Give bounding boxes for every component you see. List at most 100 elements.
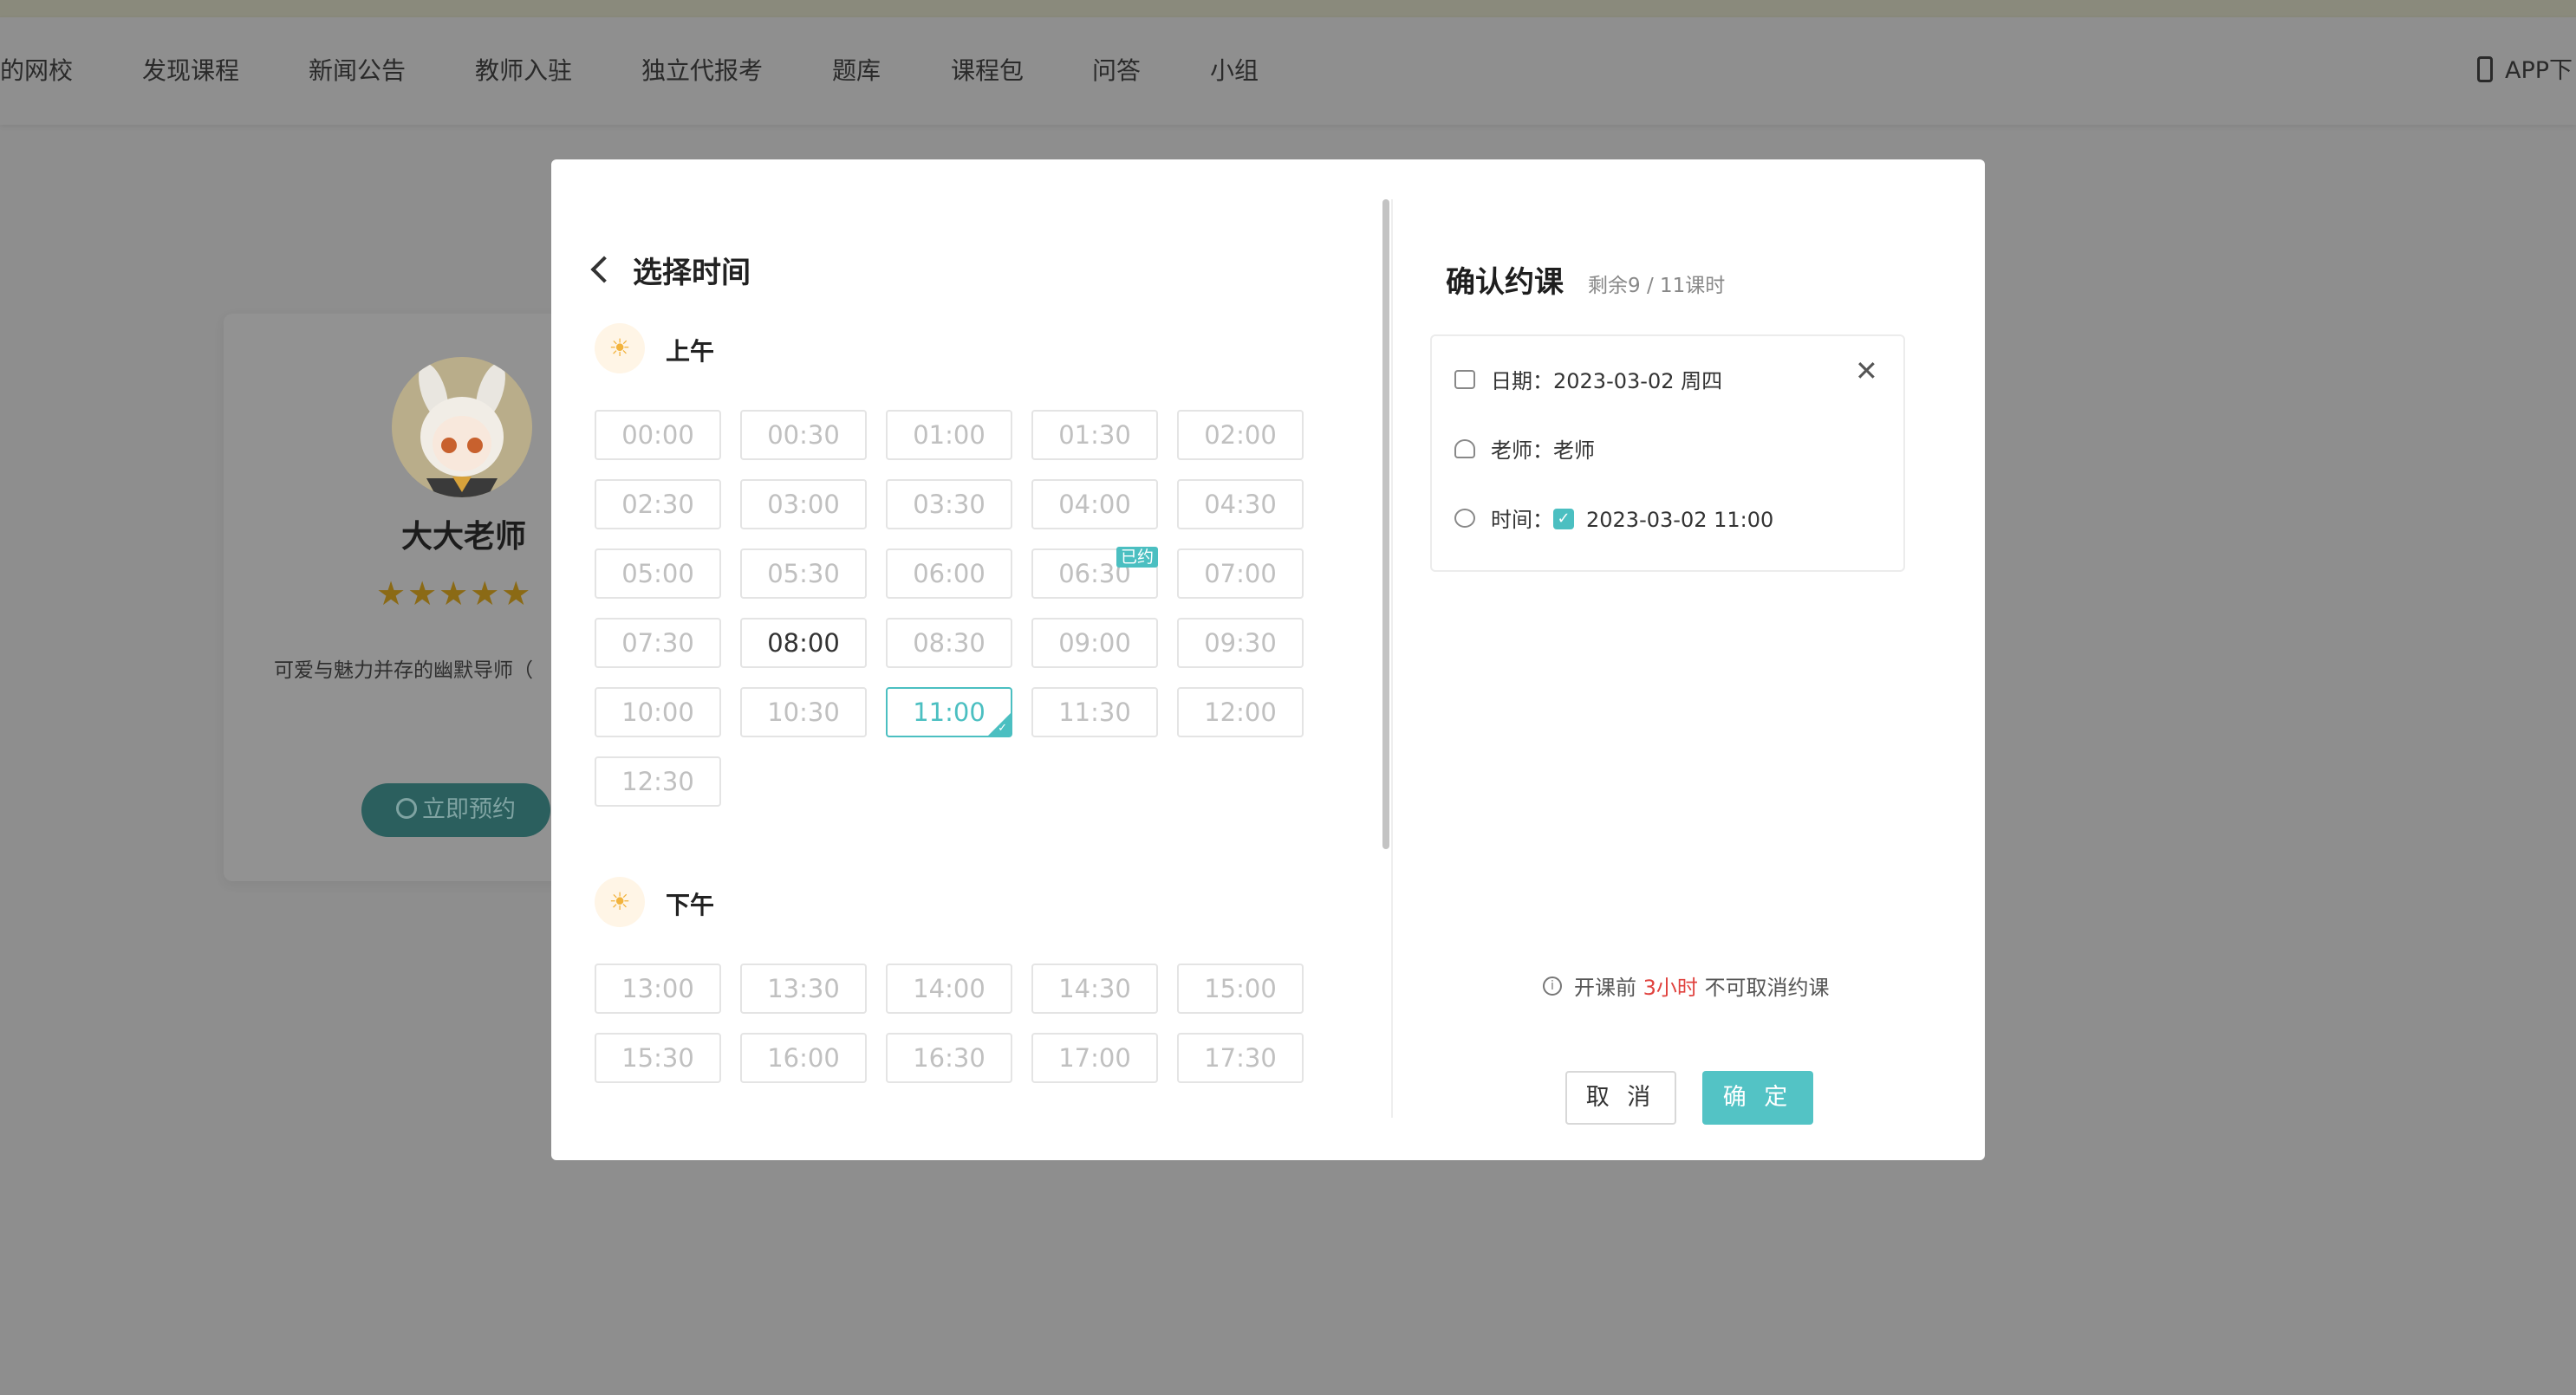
nav-item-exam[interactable]: 独立代报考	[641, 17, 763, 125]
time-slot-label: 00:00	[621, 420, 694, 450]
time-slot-label: 02:30	[621, 490, 694, 519]
info-icon: i	[1543, 976, 1562, 996]
teacher-avatar	[392, 357, 532, 497]
nav-item-question-bank[interactable]: 题库	[832, 17, 881, 125]
time-slot: 01:30	[1031, 410, 1158, 460]
time-slot: 13:00	[595, 964, 721, 1014]
time-slot-label: 07:30	[621, 628, 694, 658]
time-slot-label: 11:00	[913, 698, 986, 727]
time-slot-label: 08:30	[913, 628, 986, 658]
afternoon-label: 下午	[666, 891, 715, 919]
time-slot-label: 05:30	[767, 559, 840, 588]
time-list-scrollbar[interactable]	[1382, 199, 1389, 849]
time-slot-label: 04:00	[1058, 490, 1131, 519]
app-download-link[interactable]: APP下	[2477, 17, 2573, 125]
nav-item-news[interactable]: 新闻公告	[309, 17, 406, 125]
time-slot: 08:30	[886, 618, 1012, 668]
nav-item-school[interactable]: 的网校	[0, 17, 73, 125]
time-slot: 07:00	[1177, 548, 1304, 599]
time-slot-label: 13:00	[621, 974, 694, 1003]
time-slot-label: 14:30	[1058, 974, 1131, 1003]
teacher-row: 老师：老师	[1454, 433, 1595, 464]
time-slot-label: 15:30	[621, 1043, 694, 1073]
close-icon[interactable]: ✕	[1855, 357, 1878, 385]
time-slot: 02:30	[595, 479, 721, 529]
time-slot: 00:00	[595, 410, 721, 460]
time-slot-label: 05:00	[621, 559, 694, 588]
time-slot-label: 03:30	[913, 490, 986, 519]
chevron-left-icon	[590, 256, 618, 283]
alarm-icon	[1454, 509, 1475, 528]
book-now-button[interactable]: 立即预约	[361, 783, 550, 837]
time-slot-label: 09:00	[1058, 628, 1131, 658]
time-slot-label: 13:30	[767, 974, 840, 1003]
remaining-hours: 剩余9 / 11课时	[1588, 275, 1726, 297]
nav-item-courses[interactable]: 发现课程	[142, 17, 239, 125]
check-icon: ✓	[998, 722, 1007, 735]
time-slot: 13:30	[740, 964, 867, 1014]
nav-item-course-pack[interactable]: 课程包	[951, 17, 1024, 125]
time-slot-label: 01:30	[1058, 420, 1131, 450]
time-slot: 15:30	[595, 1033, 721, 1083]
time-slot-label: 17:30	[1204, 1043, 1277, 1073]
book-now-label: 立即预约	[422, 796, 516, 823]
time-slot: 03:30	[886, 479, 1012, 529]
time-slot: 10:00	[595, 687, 721, 737]
notice-prefix: 开课前	[1574, 976, 1636, 1000]
nav-item-qa[interactable]: 问答	[1092, 17, 1141, 125]
time-slot-label: 06:00	[913, 559, 986, 588]
teacher-name: 大大老师	[400, 519, 526, 555]
confirm-title: 确认约课	[1446, 265, 1564, 300]
notice-highlight: 3小时	[1643, 976, 1698, 1000]
time-slot: 12:00	[1177, 687, 1304, 737]
time-slot: 01:00	[886, 410, 1012, 460]
time-slot-label: 04:30	[1204, 490, 1277, 519]
time-slot: 16:30	[886, 1033, 1012, 1083]
nav-item-groups[interactable]: 小组	[1210, 17, 1259, 125]
date-label: 日期：	[1491, 369, 1553, 393]
time-slot: 16:00	[740, 1033, 867, 1083]
phone-icon	[2477, 55, 2493, 82]
clock-icon	[396, 797, 417, 819]
rating-stars: ★★★★★	[376, 574, 533, 613]
time-slot: 11:30	[1031, 687, 1158, 737]
notice-suffix: 不可取消约课	[1704, 976, 1830, 1000]
date-row: 日期：2023-03-02 周四	[1454, 364, 1722, 394]
time-slot: 04:00	[1031, 479, 1158, 529]
teacher-label: 老师：	[1491, 438, 1553, 463]
time-slot: 03:00	[740, 479, 867, 529]
time-slot-label: 17:00	[1058, 1043, 1131, 1073]
time-slot: 07:30	[595, 618, 721, 668]
time-slot: 17:30	[1177, 1033, 1304, 1083]
time-slot: 09:00	[1031, 618, 1158, 668]
back-button[interactable]: 选择时间	[590, 249, 751, 291]
time-slot: 02:00	[1177, 410, 1304, 460]
avatar-illustration	[392, 357, 532, 497]
time-slot: 15:00	[1177, 964, 1304, 1014]
time-checkbox[interactable]: ✓	[1553, 509, 1574, 529]
confirm-button[interactable]: 确 定	[1702, 1071, 1813, 1125]
time-slot[interactable]: 11:00 ✓	[886, 687, 1012, 737]
teacher-value: 老师	[1553, 438, 1595, 463]
time-slot-label: 07:00	[1204, 559, 1277, 588]
person-icon	[1454, 439, 1475, 458]
sun-icon: ☀	[595, 877, 645, 927]
time-slot-label: 02:00	[1204, 420, 1277, 450]
modal-divider	[1391, 199, 1393, 1118]
cancel-button[interactable]: 取 消	[1565, 1071, 1676, 1125]
teacher-description: 可爱与魅力并存的幽默导师（	[274, 659, 533, 682]
date-value: 2023-03-02 周四	[1553, 369, 1723, 393]
time-slot-label: 16:30	[913, 1043, 986, 1073]
top-strip	[0, 0, 2576, 17]
nav-item-teacher-join[interactable]: 教师入驻	[475, 17, 572, 125]
scroll-clip	[589, 1100, 1317, 1152]
time-value: 2023-03-02 11:00	[1586, 508, 1774, 532]
time-slot: 05:00	[595, 548, 721, 599]
sun-icon: ☀	[595, 323, 645, 373]
time-slot-label: 10:00	[621, 698, 694, 727]
time-slot[interactable]: 08:00	[740, 618, 867, 668]
time-slot: 14:00	[886, 964, 1012, 1014]
booked-badge: 已约	[1116, 547, 1158, 568]
time-slot: 12:30	[595, 756, 721, 807]
time-slot-label: 16:00	[767, 1043, 840, 1073]
